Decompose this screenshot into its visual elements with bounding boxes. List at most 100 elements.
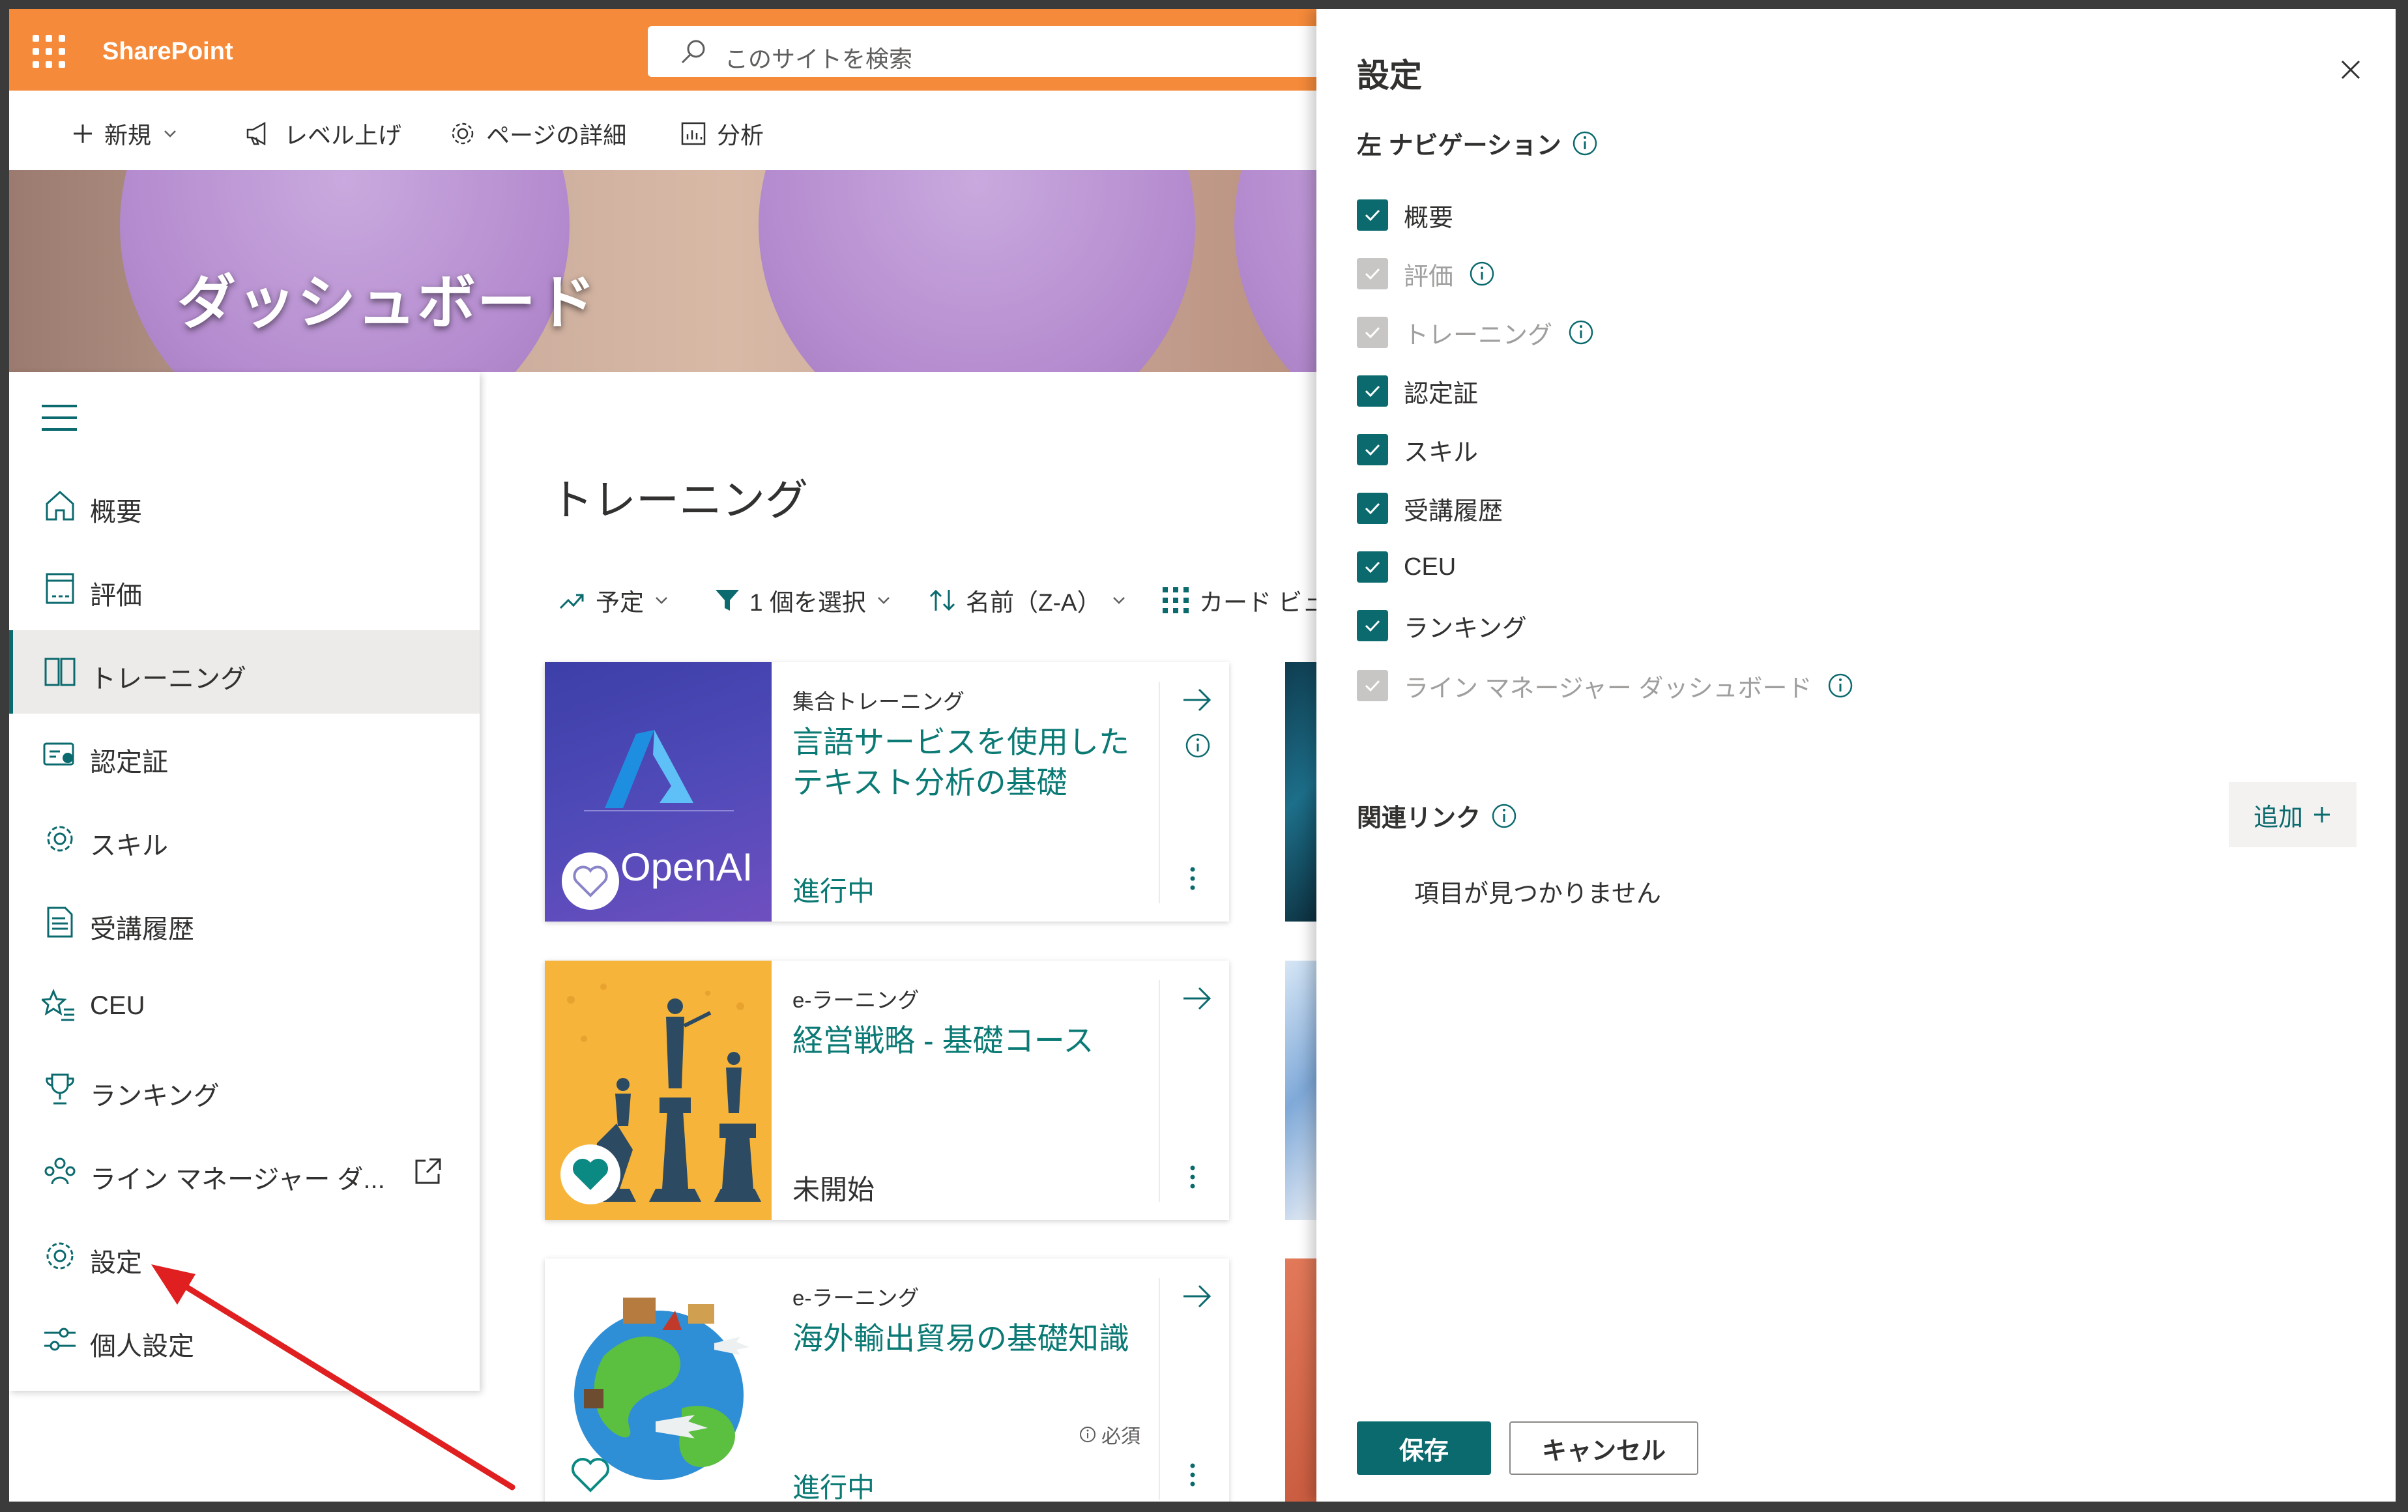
checkbox[interactable]: [1357, 610, 1388, 641]
nav-item-label: トレーニング: [90, 665, 246, 693]
schedule-filter[interactable]: 予定: [558, 583, 670, 618]
more-options-icon[interactable]: [1189, 1462, 1197, 1488]
related-links-section-header: 関連リンク: [1357, 798, 1517, 834]
info-icon[interactable]: [1491, 803, 1517, 829]
info-icon[interactable]: [1568, 319, 1594, 345]
arrow-right-icon[interactable]: [1182, 687, 1212, 713]
evaluation-icon: [46, 573, 74, 604]
hero-banner: ダッシュボード: [9, 170, 1319, 372]
nav-item-label: 受講履歴: [90, 915, 194, 944]
nav-option-label: 受講履歴: [1404, 497, 1503, 525]
search-box[interactable]: このサイトを検索: [648, 26, 1339, 77]
sort-dropdown[interactable]: 名前（Z-A）: [928, 583, 1127, 618]
course-title[interactable]: 海外輸出貿易の基礎知識: [792, 1318, 1157, 1359]
grid-view-icon: [1163, 587, 1189, 613]
info-icon[interactable]: [1185, 733, 1211, 759]
trophy-icon: [46, 1073, 74, 1105]
left-nav-section-title: 左 ナビゲーション: [1357, 132, 1561, 160]
nav-item-overview[interactable]: 概要: [9, 463, 480, 547]
screenshot-root: SharePoint このサイトを検索 新規 レベル上げ ページの詳細 分析 ダ…: [0, 0, 2408, 1512]
info-icon[interactable]: [1469, 261, 1495, 287]
people-icon: [44, 1157, 76, 1185]
close-icon[interactable]: [2340, 59, 2362, 81]
checkbox[interactable]: [1357, 434, 1388, 465]
nav-item-history[interactable]: 受講履歴: [9, 880, 480, 964]
search-icon: [681, 40, 705, 64]
nav-option-overview[interactable]: 概要: [1357, 196, 1453, 235]
chevron-down-icon: [877, 597, 890, 604]
checkbox[interactable]: [1357, 493, 1388, 524]
required-label: 必須: [1101, 1426, 1140, 1447]
favorite-button[interactable]: [560, 851, 620, 911]
course-title[interactable]: 経営戦略 - 基礎コース: [792, 1021, 1157, 1061]
search-placeholder: このサイトを検索: [725, 46, 913, 72]
document-icon: [47, 907, 73, 938]
more-options-icon[interactable]: [1189, 1164, 1197, 1190]
favorite-button[interactable]: [560, 1445, 620, 1502]
checkbox[interactable]: [1357, 199, 1388, 231]
select-filter[interactable]: 1 個を選択: [714, 583, 892, 618]
checkbox[interactable]: [1357, 551, 1388, 583]
checkmark-icon: [1365, 444, 1380, 456]
favorite-button[interactable]: [560, 1144, 620, 1204]
nav-item-personal-settings[interactable]: 個人設定: [9, 1298, 480, 1381]
nav-option-certificates[interactable]: 認定証: [1357, 371, 1478, 411]
arrow-right-icon[interactable]: [1182, 1283, 1212, 1309]
nav-item-ranking[interactable]: ランキング: [9, 1047, 480, 1131]
home-icon: [46, 490, 74, 521]
training-card[interactable]: e-ラーニング 海外輸出貿易の基礎知識 必須 進行中: [545, 1258, 1229, 1502]
panel-title: 設定: [1357, 57, 1422, 94]
settings-panel: 設定 左 ナビゲーション 概要 評価 トレーニング 認定証 スキル 受講履歴 C…: [1316, 9, 2396, 1502]
nav-item-training[interactable]: トレーニング: [9, 630, 480, 714]
star-list-icon: [42, 989, 74, 1021]
section-title: トレーニング: [550, 476, 808, 524]
checkbox[interactable]: [1357, 375, 1388, 407]
training-card[interactable]: OpenAI 集合トレーニング 言語サービスを使用したテキスト分析の基礎 進行中: [545, 662, 1229, 922]
add-link-button[interactable]: 追加: [2229, 782, 2357, 847]
page-details-button[interactable]: ページの詳細: [450, 117, 626, 151]
nav-option-ceu[interactable]: CEU: [1357, 547, 1456, 587]
checkbox: [1357, 258, 1388, 289]
nav-option-history[interactable]: 受講履歴: [1357, 489, 1503, 528]
card-thumbnail: [545, 961, 772, 1220]
card-thumbnail: OpenAI: [545, 662, 772, 922]
analytics-button[interactable]: 分析: [680, 117, 764, 151]
info-icon[interactable]: [1572, 130, 1598, 156]
course-type: 集合トレーニング: [792, 690, 965, 714]
browser-window: SharePoint このサイトを検索 新規 レベル上げ ページの詳細 分析 ダ…: [9, 9, 2396, 1502]
gear-icon: [46, 1242, 74, 1270]
nav-option-label: 認定証: [1404, 380, 1479, 408]
level-up-button[interactable]: レベル上げ: [245, 117, 401, 151]
hamburger-menu-icon[interactable]: [42, 405, 77, 431]
skills-icon: [47, 826, 73, 852]
more-options-icon[interactable]: [1189, 865, 1197, 892]
nav-item-settings[interactable]: 設定: [9, 1214, 480, 1298]
required-badge: 必須: [1079, 1420, 1140, 1449]
card-divider: [1159, 980, 1160, 1202]
app-name[interactable]: SharePoint: [102, 38, 233, 66]
nav-option-ranking[interactable]: ランキング: [1357, 606, 1527, 645]
empty-state-text: 項目が見つかりません: [1414, 880, 1661, 908]
megaphone-icon: [246, 121, 266, 146]
filter-icon: [716, 590, 739, 611]
left-nav-section-header: 左 ナビゲーション: [1357, 125, 1598, 161]
checkmark-icon: [1365, 268, 1380, 280]
save-button[interactable]: 保存: [1357, 1421, 1491, 1475]
view-dropdown[interactable]: カード ビュ: [1161, 583, 1326, 618]
app-launcher-icon[interactable]: [33, 35, 65, 68]
nav-item-ceu[interactable]: CEU: [9, 964, 480, 1047]
nav-item-skills[interactable]: スキル: [9, 797, 480, 880]
course-title[interactable]: 言語サービスを使用したテキスト分析の基礎: [792, 722, 1157, 803]
nav-option-skills[interactable]: スキル: [1357, 430, 1478, 469]
training-card[interactable]: e-ラーニング 経営戦略 - 基礎コース 未開始: [545, 961, 1229, 1220]
new-button[interactable]: 新規: [72, 117, 179, 151]
left-navigation: 概要 評価 トレーニング 認定証 スキル 受講履歴 CEU ランキング ライン …: [9, 372, 480, 1391]
nav-item-line-manager-dashboard[interactable]: ライン マネージャー ダ...: [9, 1131, 480, 1214]
arrow-right-icon[interactable]: [1182, 985, 1212, 1011]
nav-option-label: CEU: [1404, 553, 1457, 581]
nav-item-evaluation[interactable]: 評価: [9, 547, 480, 630]
info-icon[interactable]: [1827, 673, 1853, 699]
cancel-button[interactable]: キャンセル: [1509, 1421, 1698, 1475]
nav-item-certificates[interactable]: 認定証: [9, 714, 480, 797]
page-details-label: ページの詳細: [486, 122, 627, 149]
